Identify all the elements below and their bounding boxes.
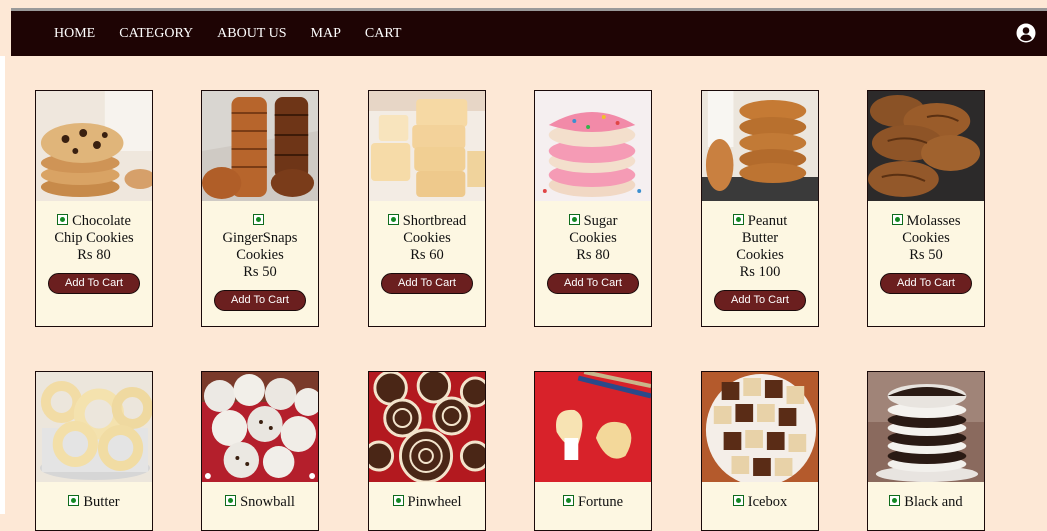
user-circle-icon[interactable] bbox=[1016, 23, 1036, 43]
product-name-line2: Cookies bbox=[236, 247, 284, 263]
nav-home-link[interactable]: HOME bbox=[54, 26, 95, 42]
add-to-cart-button[interactable]: Add To Cart bbox=[381, 273, 473, 294]
product-price: Rs 50 bbox=[243, 264, 277, 280]
icebox-cookie-image[interactable] bbox=[702, 372, 818, 482]
left-edge-strip bbox=[0, 56, 5, 514]
product-name: Snowball bbox=[240, 494, 295, 510]
black-and-white-cookie-image[interactable] bbox=[868, 372, 984, 482]
sugar-cookie-image[interactable] bbox=[535, 91, 651, 201]
product-info: Shortbread Cookies Rs 60 Add To Cart bbox=[369, 201, 485, 294]
product-name: Butter bbox=[83, 494, 120, 510]
product-card-icebox: Icebox bbox=[701, 371, 819, 531]
add-to-cart-button[interactable]: Add To Cart bbox=[48, 273, 140, 294]
fortune-cookie-image[interactable] bbox=[535, 372, 651, 482]
product-card-pinwheel: Pinwheel bbox=[368, 371, 486, 531]
veg-indicator-icon bbox=[889, 495, 901, 506]
chocolate-chip-cookie-image[interactable] bbox=[36, 91, 152, 201]
product-card-peanut-butter: Peanut Butter Cookies Rs 100 Add To Cart bbox=[701, 90, 819, 327]
product-card-black-and-white: Black and bbox=[867, 371, 985, 531]
product-name: Sugar bbox=[583, 213, 618, 229]
veg-indicator-icon bbox=[562, 495, 574, 506]
product-name-line2: Cookies bbox=[403, 230, 451, 246]
veg-indicator-icon bbox=[252, 214, 264, 225]
veg-indicator-icon bbox=[732, 214, 744, 225]
product-name-line2: Chip Cookies bbox=[54, 230, 134, 246]
peanut-butter-cookie-image[interactable] bbox=[702, 91, 818, 201]
product-price: Rs 60 bbox=[410, 247, 444, 263]
product-price: Rs 80 bbox=[576, 247, 610, 263]
product-info: Sugar Cookies Rs 80 Add To Cart bbox=[535, 201, 651, 294]
product-name: GingerSnaps bbox=[222, 230, 298, 246]
product-name-line3: Cookies bbox=[736, 247, 784, 263]
veg-indicator-icon bbox=[68, 495, 80, 506]
veg-indicator-icon bbox=[568, 214, 580, 225]
add-to-cart-button[interactable]: Add To Cart bbox=[714, 290, 806, 311]
veg-indicator-icon bbox=[387, 214, 399, 225]
product-price: Rs 100 bbox=[739, 264, 781, 280]
product-info: GingerSnaps Cookies Rs 50 Add To Cart bbox=[202, 201, 318, 311]
product-info: Fortune bbox=[535, 482, 651, 511]
product-card-shortbread: Shortbread Cookies Rs 60 Add To Cart bbox=[368, 90, 486, 327]
product-info: Peanut Butter Cookies Rs 100 Add To Cart bbox=[702, 201, 818, 311]
add-to-cart-button[interactable]: Add To Cart bbox=[547, 273, 639, 294]
add-to-cart-button[interactable]: Add To Cart bbox=[214, 290, 306, 311]
product-info: Icebox bbox=[702, 482, 818, 511]
product-name: Chocolate bbox=[72, 213, 131, 229]
product-card-butter: Butter bbox=[35, 371, 153, 531]
product-card-fortune: Fortune bbox=[534, 371, 652, 531]
product-info: Butter bbox=[36, 482, 152, 511]
product-info: Snowball bbox=[202, 482, 318, 511]
product-name: Pinwheel bbox=[407, 494, 462, 510]
product-price: Rs 80 bbox=[77, 247, 111, 263]
veg-indicator-icon bbox=[57, 214, 69, 225]
molasses-cookie-image[interactable] bbox=[868, 91, 984, 201]
product-name-line2: Butter bbox=[741, 230, 779, 246]
veg-indicator-icon bbox=[392, 495, 404, 506]
nav-map-link[interactable]: MAP bbox=[311, 26, 341, 42]
product-info: Pinwheel bbox=[369, 482, 485, 511]
butter-cookie-image[interactable] bbox=[36, 372, 152, 482]
product-info: Molasses Cookies Rs 50 Add To Cart bbox=[868, 201, 984, 294]
product-card-chocolate-chip: Chocolate Chip Cookies Rs 80 Add To Cart bbox=[35, 90, 153, 327]
nav-about-link[interactable]: ABOUT US bbox=[217, 26, 286, 42]
product-name: Fortune bbox=[577, 494, 624, 510]
product-card-snowball: Snowball bbox=[201, 371, 319, 531]
product-name: Peanut bbox=[747, 213, 788, 229]
nav-cart-link[interactable]: CART bbox=[365, 26, 402, 42]
veg-indicator-icon bbox=[891, 214, 903, 225]
add-to-cart-button[interactable]: Add To Cart bbox=[880, 273, 972, 294]
pinwheel-cookie-image[interactable] bbox=[369, 372, 485, 482]
veg-indicator-icon bbox=[225, 495, 237, 506]
product-name-line2: Cookies bbox=[569, 230, 617, 246]
snowball-cookie-image[interactable] bbox=[202, 372, 318, 482]
product-card-gingersnaps: GingerSnaps Cookies Rs 50 Add To Cart bbox=[201, 90, 319, 327]
product-name: Black and bbox=[904, 494, 963, 510]
product-price: Rs 50 bbox=[909, 247, 943, 263]
veg-indicator-icon bbox=[732, 495, 744, 506]
product-card-sugar: Sugar Cookies Rs 80 Add To Cart bbox=[534, 90, 652, 327]
nav-links: HOME CATEGORY ABOUT US MAP CART bbox=[54, 26, 425, 42]
product-info: Black and bbox=[868, 482, 984, 511]
product-name: Icebox bbox=[747, 494, 788, 510]
navbar: HOME CATEGORY ABOUT US MAP CART bbox=[11, 11, 1047, 56]
product-card-molasses: Molasses Cookies Rs 50 Add To Cart bbox=[867, 90, 985, 327]
shortbread-cookie-image[interactable] bbox=[369, 91, 485, 201]
gingersnaps-cookie-image[interactable] bbox=[202, 91, 318, 201]
product-name-line2: Cookies bbox=[902, 230, 950, 246]
product-name: Shortbread bbox=[402, 213, 467, 229]
nav-category-link[interactable]: CATEGORY bbox=[119, 26, 193, 42]
product-name: Molasses bbox=[906, 213, 961, 229]
product-info: Chocolate Chip Cookies Rs 80 Add To Cart bbox=[36, 201, 152, 294]
